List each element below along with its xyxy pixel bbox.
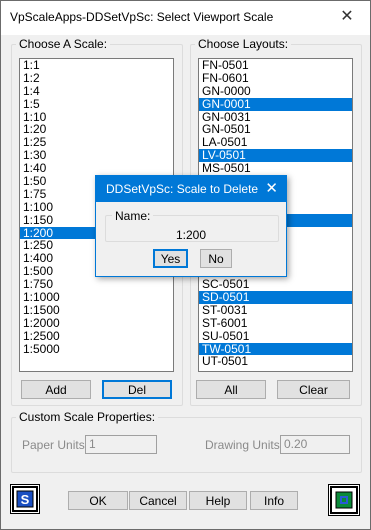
layout-list-item[interactable]: GN-0001 [199,97,352,111]
cancel-button[interactable]: Cancel [129,491,187,510]
custom-scale-group-label: Custom Scale Properties: [16,410,159,424]
all-button[interactable]: All [196,380,266,399]
drawing-units-label: Drawing Units: [202,438,287,452]
vpsc-app-logo-icon: S [10,484,40,514]
paper-units-field[interactable]: 1 [85,435,157,454]
layouts-group-label: Choose Layouts: [195,37,292,51]
window-title: VpScaleApps-DDSetVpSc: Select Viewport S… [10,10,274,24]
ok-button[interactable]: OK [68,491,128,510]
close-icon[interactable]: ✕ [336,7,358,29]
layout-list-item[interactable]: GN-0000 [199,84,352,98]
add-button[interactable]: Add [21,380,91,399]
layout-list-item[interactable]: ST-6001 [199,316,352,330]
layout-list-item[interactable]: MS-0501 [199,162,352,175]
info-button[interactable]: Info [250,491,298,510]
layout-list-item[interactable]: SU-0501 [199,329,352,343]
scale-list-item[interactable]: 1:5 [20,97,173,111]
layout-list-item[interactable]: ST-0031 [199,304,352,317]
scale-list-item[interactable]: 1:1000 [20,291,173,304]
scale-list-item[interactable]: 1:1 [20,59,173,72]
modal-name-label: Name: [112,209,154,223]
clear-button[interactable]: Clear [277,380,350,399]
del-button[interactable]: Del [102,380,172,399]
scale-list-item[interactable]: 1:5000 [20,342,173,356]
scale-list-item[interactable]: 1:2500 [20,329,173,343]
modal-title: DDSetVpSc: Scale to Delete [106,182,259,196]
scale-list-item[interactable]: 1:4 [20,84,173,98]
yes-button[interactable]: Yes [153,249,188,268]
scale-list-item[interactable]: 1:2 [20,71,173,85]
scale-to-delete-dialog: DDSetVpSc: Scale to Delete ✕ Name: 1:200… [95,175,287,277]
green-cube-logo-icon [328,484,360,516]
svg-text:S: S [21,492,30,507]
scale-list-item[interactable]: 1:1500 [20,304,173,317]
layout-list-item[interactable]: FN-0601 [199,71,352,85]
title-bar: VpScaleApps-DDSetVpSc: Select Viewport S… [1,1,370,35]
modal-close-icon[interactable]: ✕ [265,179,278,197]
help-button[interactable]: Help [189,491,247,510]
layout-list-item[interactable]: UT-0501 [199,355,352,368]
modal-title-bar: DDSetVpSc: Scale to Delete ✕ [96,176,286,202]
no-button[interactable]: No [200,249,232,268]
layout-list-item[interactable]: SD-0501 [199,291,352,304]
scale-list-item[interactable]: 1:2000 [20,316,173,330]
drawing-units-field[interactable]: 0.20 [280,435,350,454]
layout-list-item[interactable]: FN-0501 [199,59,352,72]
scale-group-label: Choose A Scale: [16,37,111,51]
paper-units-label: Paper Units: [19,438,92,452]
modal-name-value: 1:200 [175,228,207,242]
